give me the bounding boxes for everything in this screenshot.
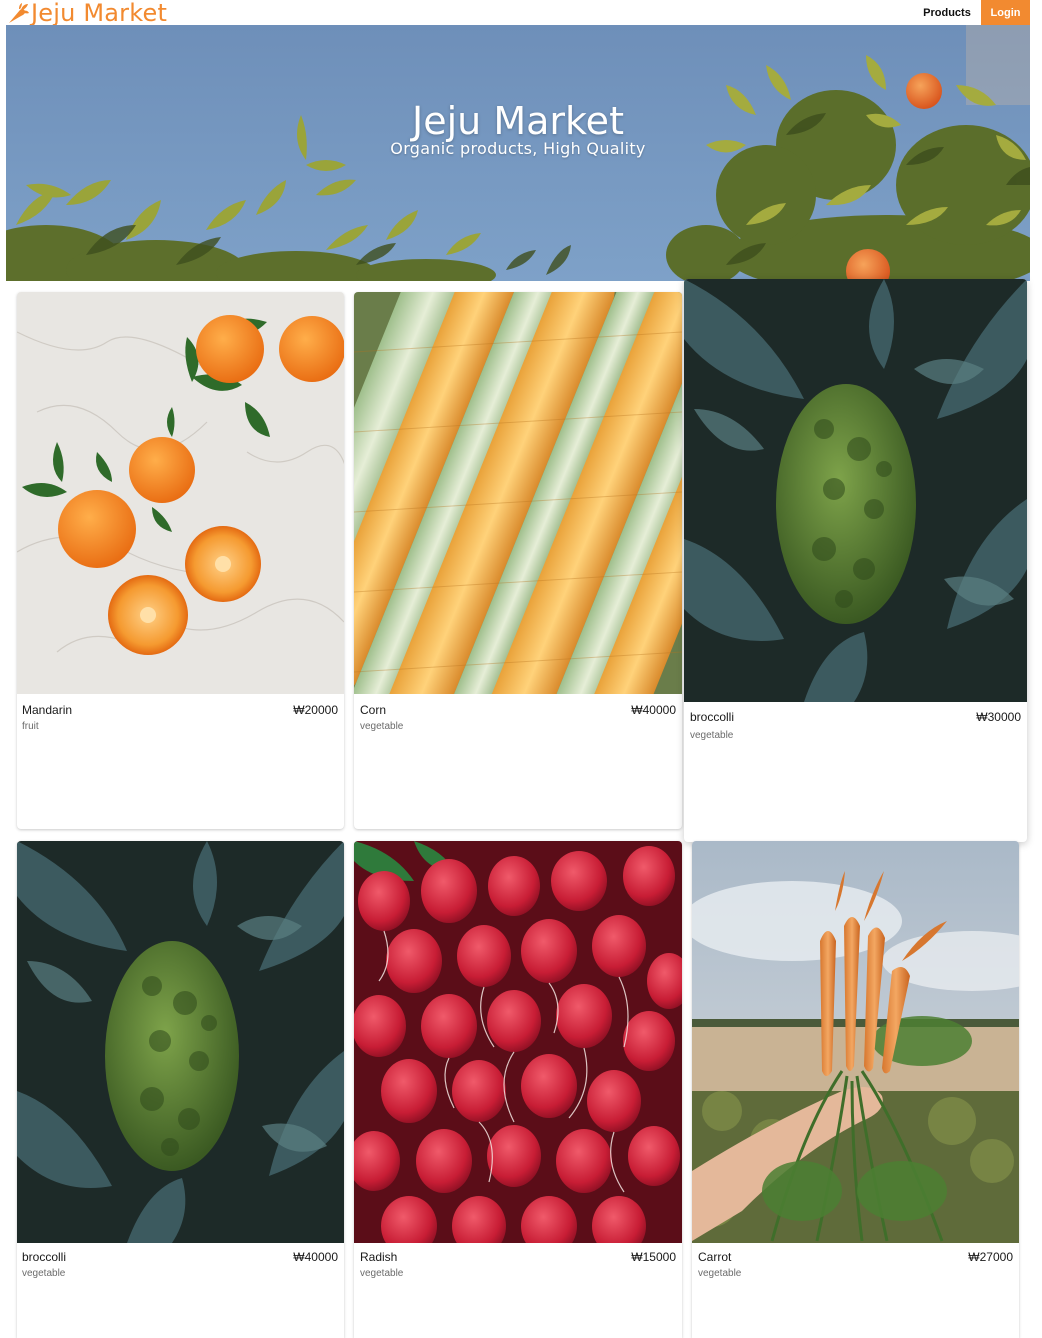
product-card[interactable]: broccolli ₩30000 vegetable	[684, 279, 1027, 842]
product-category: vegetable	[22, 1268, 66, 1279]
carrot-icon	[9, 2, 29, 23]
product-price: ₩40000	[631, 703, 676, 717]
product-price: ₩30000	[976, 710, 1021, 724]
product-name: Radish	[360, 1250, 398, 1264]
product-name: broccolli	[22, 1250, 67, 1264]
radish-photo	[354, 841, 682, 1243]
broccoli-photo	[17, 841, 344, 1243]
product-price: ₩15000	[631, 1250, 676, 1264]
product-card[interactable]: Carrot ₩27000 vegetable	[692, 841, 1019, 1338]
product-price: ₩27000	[968, 1250, 1013, 1264]
product-name: Carrot	[698, 1250, 732, 1264]
corn-photo	[354, 292, 682, 694]
carrot-photo	[692, 841, 1019, 1243]
product-category: vegetable	[698, 1268, 742, 1279]
product-name: broccolli	[690, 710, 735, 724]
product-price: ₩20000	[293, 703, 338, 717]
product-name: Corn	[360, 703, 387, 717]
brand-logo-link[interactable]: Jeju Market	[6, 0, 167, 25]
product-category: vegetable	[360, 721, 404, 732]
top-navbar: Jeju Market Products Login	[0, 0, 1042, 25]
nav-products-link[interactable]: Products	[916, 0, 978, 25]
hero-banner: Jeju Market Organic products, High Quali…	[6, 25, 1030, 281]
product-name: Mandarin	[22, 703, 73, 717]
mandarin-photo	[17, 292, 344, 694]
product-category: vegetable	[690, 730, 734, 741]
broccoli-photo	[684, 279, 1027, 702]
product-category: fruit	[22, 721, 39, 732]
product-price: ₩40000	[293, 1250, 338, 1264]
hero-title: Jeju Market	[412, 99, 624, 143]
brand-name: Jeju Market	[31, 0, 168, 27]
product-card[interactable]: Radish ₩15000 vegetable	[354, 841, 682, 1338]
product-card[interactable]: broccolli ₩40000 vegetable	[17, 841, 344, 1338]
login-button[interactable]: Login	[981, 0, 1030, 25]
hero-subtitle: Organic products, High Quality	[390, 139, 646, 158]
product-card[interactable]: Mandarin ₩20000 fruit	[17, 292, 344, 829]
product-category: vegetable	[360, 1268, 404, 1279]
product-card[interactable]: Corn ₩40000 vegetable	[354, 292, 682, 829]
